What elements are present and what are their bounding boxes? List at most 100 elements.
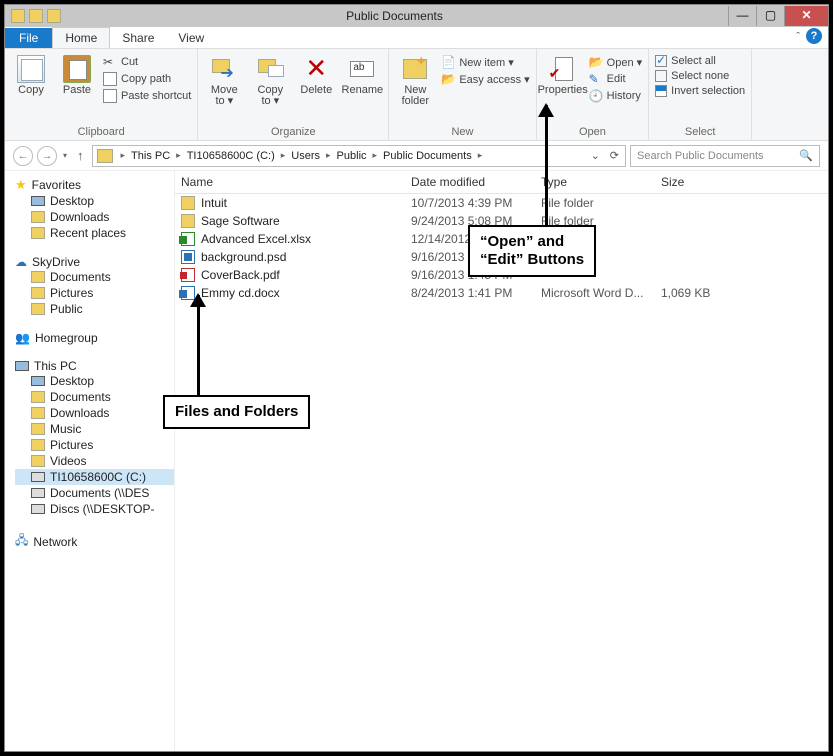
file-type: File folder xyxy=(535,194,655,212)
copy-path-button[interactable]: Copy path xyxy=(103,72,191,86)
sidebar-item[interactable]: Desktop xyxy=(15,373,174,389)
sidebar-item[interactable]: Music xyxy=(15,421,174,437)
minimize-button[interactable]: — xyxy=(728,6,756,26)
file-size xyxy=(655,219,735,223)
new-folder-icon xyxy=(401,55,429,83)
sidebar-item[interactable]: Discs (\\DESKTOP- xyxy=(15,501,174,517)
select-none-button[interactable]: Select none xyxy=(655,70,745,82)
help-icon[interactable]: ? xyxy=(806,28,822,44)
breadcrumb[interactable]: TI10658600C (C:) xyxy=(185,150,277,162)
title-bar: Public Documents — ▢ ✕ xyxy=(5,5,828,27)
sidebar-item[interactable]: Documents (\\DES xyxy=(15,485,174,501)
paste-shortcut-button[interactable]: Paste shortcut xyxy=(103,89,191,103)
sidebar-favorites[interactable]: ★Favorites xyxy=(15,177,174,193)
breadcrumb[interactable]: Public Documents xyxy=(381,150,474,162)
folder-icon xyxy=(97,149,113,163)
breadcrumb[interactable]: Users xyxy=(289,150,322,162)
history-button[interactable]: History xyxy=(589,89,643,103)
star-icon: ★ xyxy=(15,177,27,193)
search-input[interactable]: Search Public Documents 🔍 xyxy=(630,145,820,167)
file-name: Sage Software xyxy=(201,214,280,228)
table-row[interactable]: Emmy cd.docx8/24/2013 1:41 PMMicrosoft W… xyxy=(175,284,828,302)
sidebar-item-drive-c[interactable]: TI10658600C (C:) xyxy=(15,469,174,485)
sidebar-item-public[interactable]: Public xyxy=(15,301,174,317)
file-icon xyxy=(181,232,195,246)
drive-icon xyxy=(31,472,45,482)
annotation-arrowhead xyxy=(190,293,206,307)
properties-icon xyxy=(549,55,577,83)
tab-share[interactable]: Share xyxy=(110,28,166,48)
sidebar-item[interactable]: Pictures xyxy=(15,437,174,453)
group-label-clipboard: Clipboard xyxy=(11,124,191,138)
breadcrumb[interactable]: This PC xyxy=(129,150,172,162)
edit-button[interactable]: Edit xyxy=(589,72,643,86)
col-date[interactable]: Date modified xyxy=(405,171,535,193)
sidebar-homegroup[interactable]: 👥Homegroup xyxy=(15,331,174,345)
file-size xyxy=(655,201,735,205)
sidebar-item[interactable]: Downloads xyxy=(15,405,174,421)
copy-path-icon xyxy=(103,72,117,86)
sidebar-skydrive[interactable]: ☁SkyDrive xyxy=(15,255,174,269)
maximize-button[interactable]: ▢ xyxy=(756,6,784,26)
cloud-icon: ☁ xyxy=(15,255,27,269)
tab-home[interactable]: Home xyxy=(52,27,110,48)
delete-button[interactable]: ✕Delete xyxy=(296,53,336,96)
move-to-button[interactable]: Move to ▾ xyxy=(204,53,244,107)
invert-selection-button[interactable]: Invert selection xyxy=(655,85,745,97)
paste-button[interactable]: Paste xyxy=(57,53,97,96)
up-button[interactable]: ↑ xyxy=(73,148,88,163)
annotation-arrowhead xyxy=(538,103,554,117)
copy-button[interactable]: Copy xyxy=(11,53,51,96)
new-item-button[interactable]: New item ▾ xyxy=(441,55,529,69)
sidebar-network[interactable]: 🖧Network xyxy=(15,531,174,552)
select-all-icon xyxy=(655,55,667,67)
close-button[interactable]: ✕ xyxy=(784,6,828,26)
back-button[interactable]: ← xyxy=(13,146,33,166)
table-row[interactable]: Intuit10/7/2013 4:39 PMFile folder xyxy=(175,194,828,212)
open-button[interactable]: Open ▾ xyxy=(589,55,643,69)
sidebar-thispc[interactable]: This PC xyxy=(15,359,174,373)
tab-file[interactable]: File xyxy=(5,28,52,48)
col-size[interactable]: Size xyxy=(655,171,735,193)
group-label-new: New xyxy=(395,124,529,138)
folder-icon xyxy=(31,391,45,403)
cut-button[interactable]: Cut xyxy=(103,55,191,69)
open-icon xyxy=(589,55,603,69)
qat-icon[interactable] xyxy=(29,9,43,23)
collapse-ribbon-icon[interactable]: ˆ xyxy=(796,31,800,43)
annotation-open-edit: “Open” and “Edit” Buttons xyxy=(468,225,596,277)
qat-icon[interactable] xyxy=(11,9,25,23)
sidebar-item[interactable]: Videos xyxy=(15,453,174,469)
dropdown-icon[interactable]: ⌄ xyxy=(591,149,600,162)
col-name[interactable]: Name xyxy=(175,171,405,193)
group-label-select: Select xyxy=(655,124,745,138)
move-icon xyxy=(210,55,238,83)
sidebar-item-pictures[interactable]: Pictures xyxy=(15,285,174,301)
new-folder-button[interactable]: New folder xyxy=(395,53,435,107)
column-headers[interactable]: Name Date modified Type Size xyxy=(175,171,828,194)
sidebar-item[interactable]: Documents xyxy=(15,389,174,405)
sidebar-item-documents[interactable]: Documents xyxy=(15,269,174,285)
desktop-icon xyxy=(31,376,45,386)
file-icon xyxy=(181,196,195,210)
col-type[interactable]: Type xyxy=(535,171,655,193)
easy-access-button[interactable]: Easy access ▾ xyxy=(441,72,529,86)
search-icon: 🔍 xyxy=(799,149,813,162)
sidebar-item-downloads[interactable]: Downloads xyxy=(15,209,174,225)
folder-icon xyxy=(31,439,45,451)
qat-icon[interactable] xyxy=(47,9,61,23)
tab-view[interactable]: View xyxy=(166,28,216,48)
refresh-icon[interactable]: ⟳ xyxy=(610,149,619,162)
forward-button[interactable]: → xyxy=(37,146,57,166)
breadcrumb[interactable]: Public xyxy=(335,150,369,162)
select-all-button[interactable]: Select all xyxy=(655,55,745,67)
sidebar-item-recent[interactable]: Recent places xyxy=(15,225,174,241)
copy-to-button[interactable]: Copy to ▾ xyxy=(250,53,290,107)
sidebar-item-desktop[interactable]: Desktop xyxy=(15,193,174,209)
invert-icon xyxy=(655,85,667,97)
rename-button[interactable]: Rename xyxy=(342,53,382,96)
file-size xyxy=(655,273,735,277)
ribbon-tabs: File Home Share View ˆ ? xyxy=(5,27,828,49)
recent-dropdown-icon[interactable]: ▾ xyxy=(61,151,69,160)
properties-button[interactable]: Properties xyxy=(543,53,583,96)
